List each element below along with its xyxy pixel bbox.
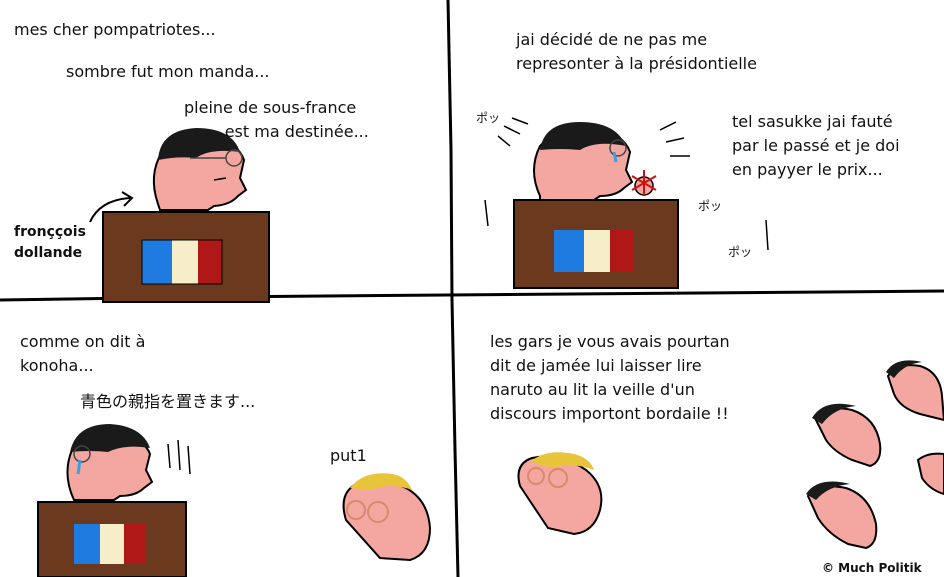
speech-bubble-text: mes cher pompatriotes... [14,20,216,39]
sound-effect: ポッ [476,111,501,125]
name-tag: fronççois dollande [14,224,86,261]
flag-icon [141,239,223,285]
speech-bubble-text: tel sasukke jai fauté par le passé et je… [732,112,900,179]
sound-effect: ポッ [698,199,723,213]
speech-bubble-text: comme on dit à konoha... [20,332,146,375]
sound-effect: ポッ [728,245,753,259]
panel-top-right-art [484,117,769,289]
blond-head [342,479,432,562]
speech-bubble-text: jai décidé de ne pas me represonter à la… [516,30,757,73]
speech-bubble-text: les gars je vous avais pourtan dit de ja… [490,332,730,423]
credit-text: © Much Politik [822,561,922,575]
comic-strip: mes cher pompatriotes... sombre fut mon … [0,0,944,577]
panel-top-left-art [89,128,270,303]
flag-icon [74,524,146,564]
crowd [806,364,944,550]
speech-bubble-text: pleine de sous-france est ma destinée... [184,98,369,141]
comic-artwork [0,0,944,577]
caption-text: put1 [330,446,367,465]
panel-bottom-left-art [37,424,432,577]
speech-bubble-text: 青色の親指を置きます... [80,392,256,411]
speech-bubble-text: sombre fut mon manda... [66,62,270,81]
flag-icon [554,230,634,272]
